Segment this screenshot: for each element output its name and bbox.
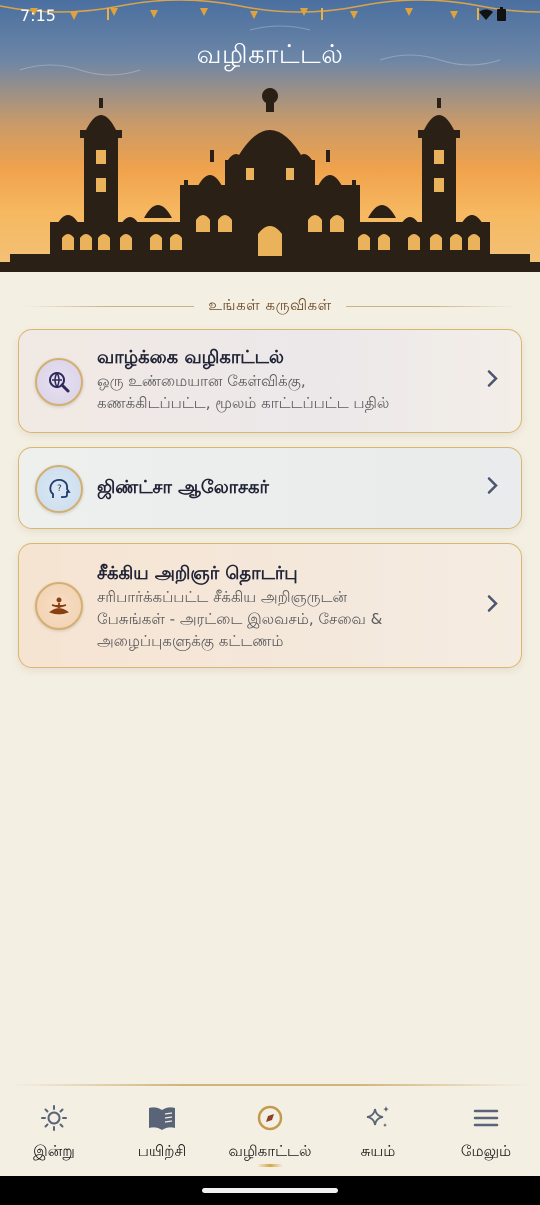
chevron-right-icon <box>487 476 499 501</box>
menu-icon <box>432 1102 540 1134</box>
compass-icon <box>216 1102 324 1134</box>
nav-item-practice[interactable]: பயிற்சி <box>108 1102 216 1162</box>
nav-label: மேலும் <box>460 1142 512 1160</box>
head-question-icon: ? <box>35 465 83 513</box>
svg-text:?: ? <box>57 484 62 494</box>
status-bar: 7:15 <box>0 0 540 32</box>
card-life-guidance[interactable]: வாழ்க்கை வழிகாட்டல் ஒரு உண்மையான கேள்விக… <box>18 329 522 433</box>
section-heading: உங்கள் கருவிகள் <box>24 294 516 318</box>
sun-icon <box>0 1102 108 1134</box>
nav-item-more[interactable]: மேலும் <box>432 1102 540 1162</box>
card-title: சீக்கிய அறிஞர் தொடர்பு <box>97 563 298 584</box>
status-time: 7:15 <box>20 6 56 25</box>
section-title: உங்கள் கருவிகள் <box>208 296 332 314</box>
card-description-line1: சரிபார்க்கப்பட்ட சீக்கிய அறிஞருடன் <box>97 588 347 606</box>
divider <box>24 305 195 307</box>
home-gesture-handle[interactable] <box>202 1188 338 1193</box>
chevron-right-icon <box>487 593 499 618</box>
page-title: வழிகாட்டல் <box>196 40 344 70</box>
nav-item-today[interactable]: இன்று <box>0 1102 108 1162</box>
divider <box>345 305 516 307</box>
bottom-navigation: இன்று பயிற்சி வழிகாட்டல் சுயம் மேலும் <box>0 1084 540 1176</box>
card-title: வாழ்க்கை வழிகாட்டல் <box>97 347 284 368</box>
wifi-icon <box>478 9 497 25</box>
card-description-line3: அழைப்புகளுக்கு கட்டணம் <box>97 632 284 650</box>
book-icon <box>108 1102 216 1134</box>
chevron-right-icon <box>487 369 499 394</box>
nav-label: வழிகாட்டல் <box>228 1142 312 1160</box>
card-description-line2: பேசுங்கள் - அரட்டை இலவசம், சேவை & <box>97 610 383 628</box>
nav-label: பயிற்சி <box>137 1142 187 1160</box>
battery-icon <box>497 7 506 25</box>
divider <box>12 1084 528 1086</box>
nav-item-guidance[interactable]: வழிகாட்டல் <box>216 1102 324 1167</box>
card-title: ஜிண்ட்சா ஆலோசகர் <box>97 477 269 498</box>
nav-label: சுயம் <box>360 1142 396 1160</box>
active-indicator <box>257 1164 283 1167</box>
search-globe-icon <box>35 358 83 406</box>
sparkle-icon <box>324 1102 432 1134</box>
card-description-line2: கணக்கிடப்பட்ட, மூலம் காட்டப்பட்ட பதில் <box>97 394 390 412</box>
nav-item-self[interactable]: சுயம் <box>324 1102 432 1162</box>
card-jindsa-advisor[interactable]: ? ஜிண்ட்சா ஆலோசகர் <box>18 447 522 529</box>
meditation-icon <box>35 582 83 630</box>
nav-label: இன்று <box>33 1142 75 1160</box>
card-sikh-scholar-contact[interactable]: சீக்கிய அறிஞர் தொடர்பு சரிபார்க்கப்பட்ட … <box>18 543 522 668</box>
card-description-line1: ஒரு உண்மையான கேள்விக்கு, <box>97 372 306 390</box>
system-navigation-bar <box>0 1176 540 1205</box>
